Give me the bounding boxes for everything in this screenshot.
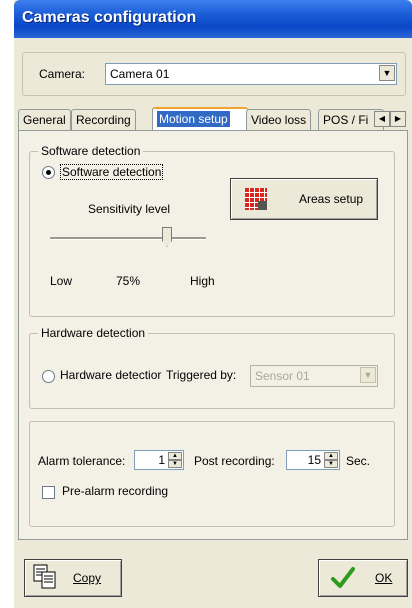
motion-setup-panel: Software detection Software detection Ar… <box>18 130 408 540</box>
alarm-tolerance-spinner[interactable]: 1 ▲ ▼ <box>134 450 184 470</box>
window-title: Cameras configuration <box>22 9 197 26</box>
tab-motion-setup-label: Motion setup <box>157 111 230 127</box>
spin-up-icon[interactable]: ▲ <box>168 452 182 460</box>
sensor-select-value: Sensor 01 <box>255 369 310 383</box>
sensitivity-value: 75% <box>116 274 141 288</box>
sensor-select[interactable]: Sensor 01 ▼ <box>250 365 378 387</box>
tab-general-label: General <box>23 113 66 127</box>
bottom-button-bar: Copy OK <box>18 545 408 608</box>
sensitivity-slider-thumb[interactable] <box>162 227 172 247</box>
sensitivity-label: Sensitivity level <box>88 202 171 216</box>
checkmark-icon <box>331 567 355 588</box>
software-detection-radio-label: Software detection <box>60 164 164 180</box>
ok-button[interactable]: OK <box>318 559 408 597</box>
software-detection-group: Software detection Software detection Ar… <box>29 144 395 317</box>
software-detection-radio[interactable] <box>42 166 55 179</box>
spin-down-icon[interactable]: ▼ <box>168 460 182 468</box>
chevron-down-icon[interactable]: ▼ <box>379 65 395 81</box>
copy-button[interactable]: Copy <box>24 559 122 597</box>
copy-icon <box>33 564 56 589</box>
sensitivity-low-label: Low <box>50 274 73 288</box>
camera-config-window: Cameras configuration Camera: Camera 01 … <box>14 0 412 608</box>
camera-select[interactable]: Camera 01 ▼ <box>105 63 397 85</box>
hardware-detection-radio-label: Hardware detectior <box>60 368 162 382</box>
software-detection-legend: Software detection <box>38 144 144 158</box>
camera-select-value: Camera 01 <box>110 67 170 81</box>
tab-video-loss-label: Video loss <box>251 113 307 127</box>
post-recording-label: Post recording: <box>194 454 275 468</box>
seconds-unit-label: Sec. <box>346 454 371 468</box>
camera-label: Camera: <box>39 67 86 81</box>
tab-video-loss[interactable]: Video loss <box>246 109 312 130</box>
sensitivity-slider-track[interactable] <box>50 237 206 240</box>
tab-recording-label: Recording <box>76 113 131 127</box>
tab-scroll-right-icon[interactable]: ▶ <box>390 111 406 127</box>
camera-selection-group: Camera: Camera 01 ▼ <box>22 52 406 96</box>
post-recording-value: 15 <box>307 453 321 467</box>
alarm-group: Alarm tolerance: 1 ▲ ▼ Post recording: 1… <box>29 421 395 527</box>
grid-areas-icon <box>245 188 267 210</box>
tab-pos-label: POS / Fi <box>323 113 369 127</box>
tab-bar: General Recording Motion setup Video los… <box>18 107 412 133</box>
hardware-detection-legend: Hardware detection <box>38 326 149 340</box>
triggered-by-label: Triggered by: <box>166 368 237 382</box>
pre-alarm-label: Pre-alarm recording <box>62 484 169 498</box>
sensitivity-high-label: High <box>190 274 215 288</box>
title-bar[interactable]: Cameras configuration <box>14 0 412 38</box>
pre-alarm-checkbox[interactable] <box>42 486 55 499</box>
spin-up-icon[interactable]: ▲ <box>324 452 338 460</box>
post-recording-spinner[interactable]: 15 ▲ ▼ <box>286 450 340 470</box>
copy-label: Copy <box>73 571 102 585</box>
chevron-down-icon[interactable]: ▼ <box>360 367 376 383</box>
areas-setup-label: Areas setup <box>299 192 364 206</box>
spin-down-icon[interactable]: ▼ <box>324 460 338 468</box>
alarm-tolerance-label: Alarm tolerance: <box>38 454 126 468</box>
tab-scroll-left-icon[interactable]: ◀ <box>374 111 390 127</box>
areas-setup-button[interactable]: Areas setup <box>230 178 378 220</box>
tab-general[interactable]: General <box>18 109 71 130</box>
hardware-detection-radio[interactable] <box>42 370 55 383</box>
hardware-detection-group: Hardware detection Hardware detectior Tr… <box>29 326 395 409</box>
ok-label: OK <box>375 571 393 585</box>
tab-recording[interactable]: Recording <box>71 109 136 130</box>
alarm-tolerance-value: 1 <box>158 453 165 467</box>
